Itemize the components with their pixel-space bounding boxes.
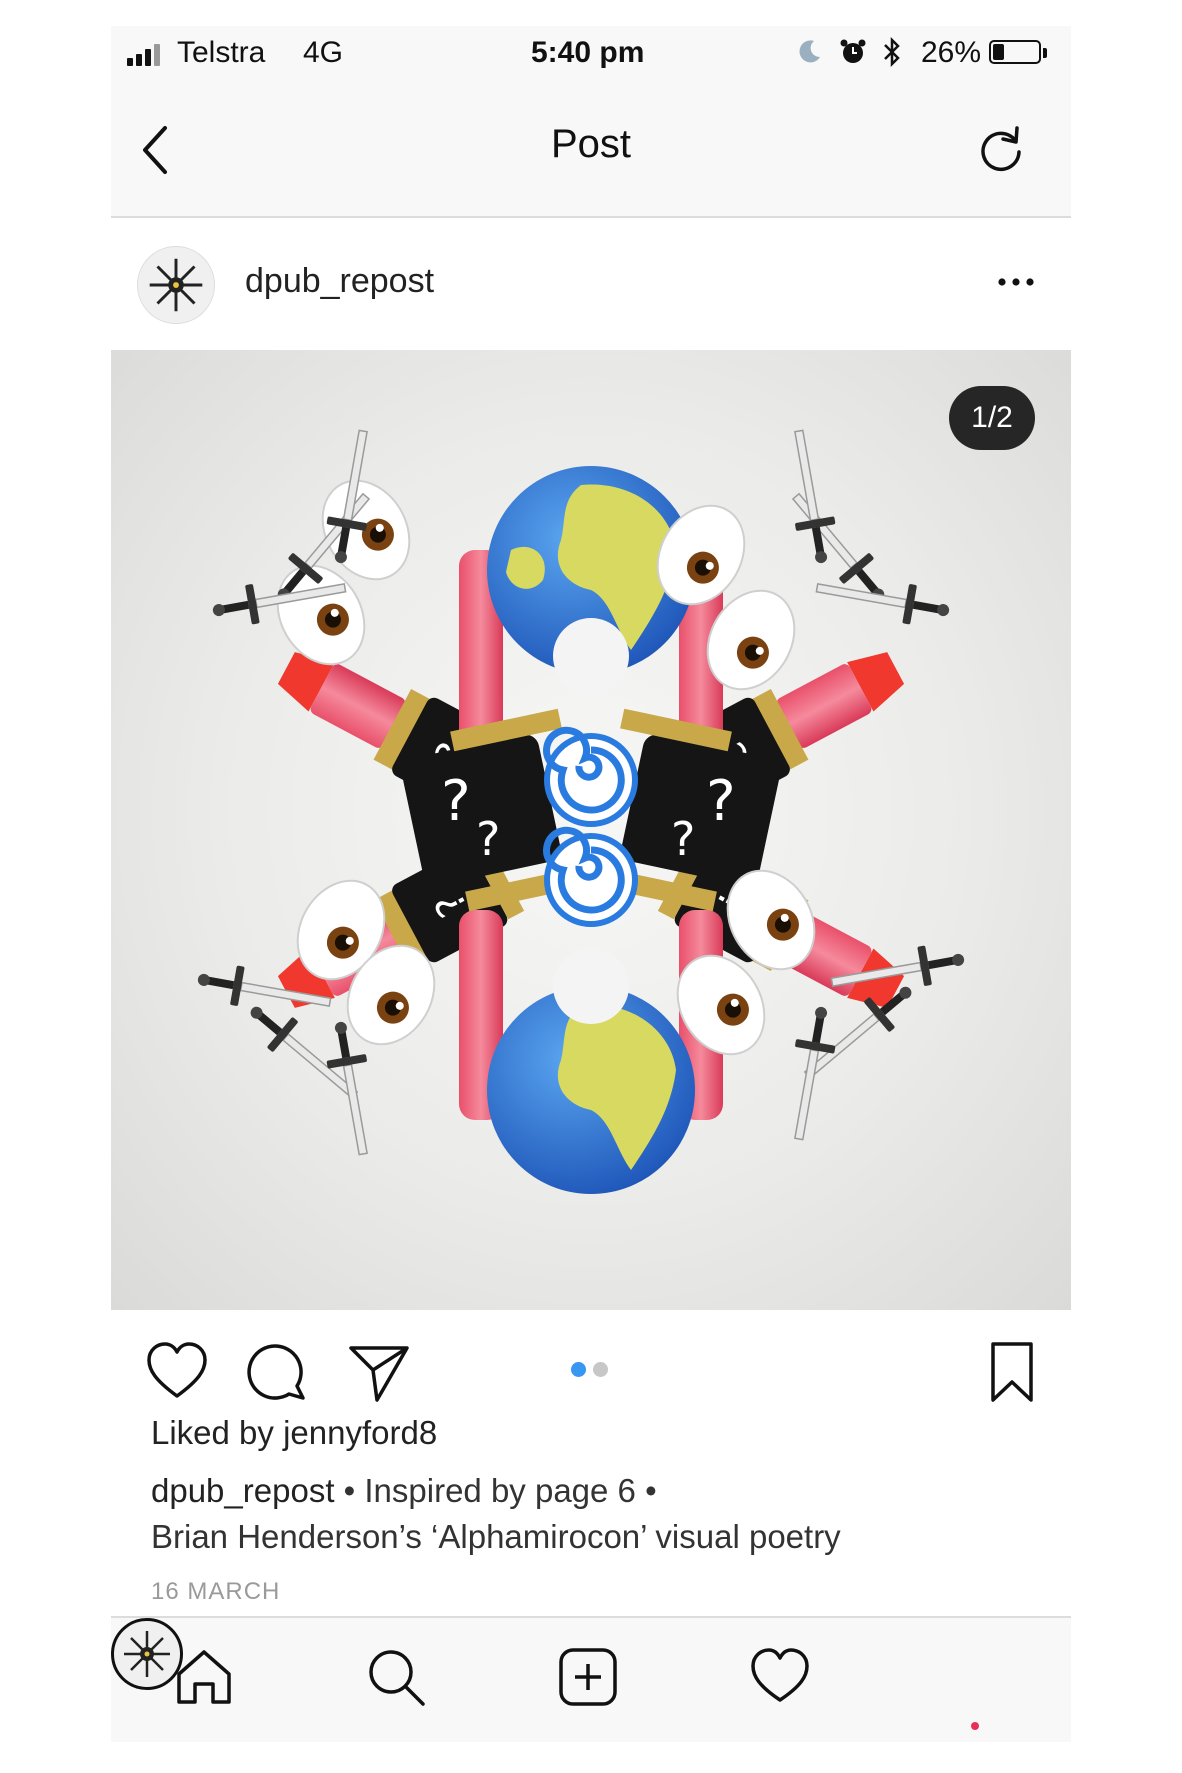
svg-text:?: ? bbox=[441, 769, 471, 834]
svg-text:?: ? bbox=[476, 812, 500, 866]
alarm-icon bbox=[840, 39, 866, 63]
share-icon[interactable] bbox=[347, 1340, 411, 1404]
alphamirocon-artwork: ? ? ? ? bbox=[193, 426, 969, 1194]
carousel-dot bbox=[593, 1362, 608, 1377]
caption-text-1: • Inspired by page 6 • bbox=[334, 1472, 657, 1509]
moon-icon bbox=[799, 40, 820, 63]
avatar[interactable] bbox=[137, 246, 215, 324]
post-header: dpub_repost bbox=[111, 218, 1071, 350]
signal-icon bbox=[127, 42, 167, 66]
liked-by-user[interactable]: jennyford8 bbox=[283, 1414, 437, 1451]
search-icon[interactable] bbox=[363, 1644, 429, 1710]
post-actions bbox=[111, 1310, 1071, 1422]
carrier-label: Telstra bbox=[177, 36, 266, 69]
bluetooth-icon bbox=[884, 36, 900, 68]
likes-line: Liked by jennyford8 bbox=[151, 1414, 437, 1452]
carousel-dot bbox=[571, 1362, 586, 1377]
tab-bar bbox=[111, 1616, 1071, 1742]
home-icon[interactable] bbox=[171, 1644, 237, 1710]
nav-bar: Post bbox=[111, 82, 1071, 218]
network-label: 4G bbox=[303, 36, 344, 69]
more-horizontal-icon[interactable] bbox=[995, 272, 1037, 292]
battery-fill bbox=[993, 44, 1004, 60]
status-bar: Telstra 4G 5:40 pm 26% bbox=[111, 26, 1071, 82]
caption-line-1: dpub_repost • Inspired by page 6 • bbox=[151, 1472, 657, 1510]
post-date: 16 MARCH bbox=[151, 1578, 281, 1605]
battery-cap bbox=[1043, 48, 1047, 58]
status-time: 5:40 pm bbox=[531, 36, 645, 69]
notification-dot bbox=[971, 1722, 979, 1730]
svg-text:?: ? bbox=[706, 769, 736, 834]
profile-logo bbox=[149, 258, 203, 312]
carousel-counter: 1/2 bbox=[949, 386, 1035, 450]
caption-username[interactable]: dpub_repost bbox=[151, 1472, 334, 1509]
post-image[interactable]: ? ? ? ? 1/2 bbox=[111, 350, 1071, 1310]
refresh-icon[interactable] bbox=[973, 122, 1029, 178]
heart-icon[interactable] bbox=[145, 1340, 209, 1404]
battery-percent: 26% bbox=[921, 36, 982, 69]
new-post-icon[interactable] bbox=[555, 1644, 621, 1710]
caption-line-2: Brian Henderson’s ‘Alphamirocon’ visual … bbox=[151, 1518, 841, 1555]
page-title: Post bbox=[550, 122, 632, 166]
carousel-indicator bbox=[571, 1362, 621, 1378]
phone-screen: Telstra 4G 5:40 pm 26% Post dpub_repost … bbox=[111, 26, 1071, 1742]
comment-icon[interactable] bbox=[245, 1340, 309, 1404]
post-username[interactable]: dpub_repost bbox=[245, 262, 434, 301]
svg-text:?: ? bbox=[671, 812, 695, 866]
bookmark-icon[interactable] bbox=[987, 1340, 1037, 1404]
liked-by-label: Liked by bbox=[151, 1414, 274, 1451]
battery-icon bbox=[989, 40, 1041, 64]
activity-heart-icon[interactable] bbox=[747, 1644, 813, 1710]
